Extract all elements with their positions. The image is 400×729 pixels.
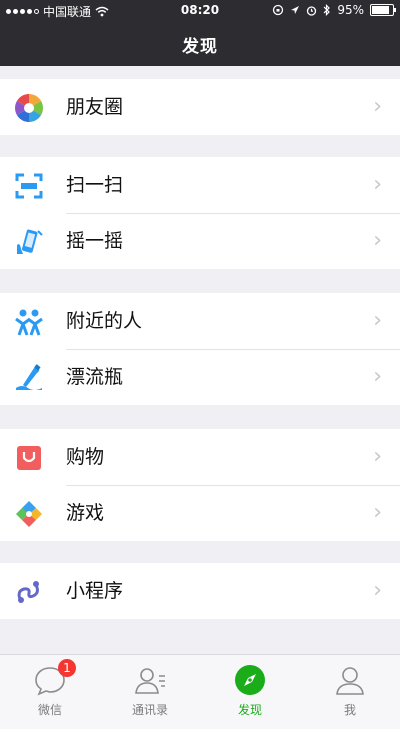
battery-percent: 95% <box>337 3 364 17</box>
menu-item-label: 漂流瓶 <box>66 366 124 388</box>
menu-item-mini-programs[interactable]: 小程序 › <box>0 563 400 619</box>
contacts-icon <box>135 668 165 694</box>
rotation-lock-icon <box>273 4 284 16</box>
menu-item-drift-bottle[interactable]: 漂流瓶 › <box>0 349 400 405</box>
menu-group-mini-programs: 小程序 › <box>0 563 400 619</box>
games-icon <box>16 501 42 527</box>
chevron-right-icon: › <box>373 500 382 525</box>
battery-fill <box>372 6 390 14</box>
menu-group-shop-games: 购物 › 游戏 › <box>0 429 400 541</box>
bluetooth-icon <box>323 4 331 16</box>
menu-item-games[interactable]: 游戏 › <box>0 485 400 541</box>
page-title: 发现 <box>182 36 218 57</box>
unread-badge: 1 <box>58 659 76 677</box>
shake-icon <box>17 229 43 254</box>
chevron-right-icon: › <box>373 228 382 253</box>
nav-bar: 发现 <box>0 22 400 66</box>
menu-group-moments: 朋友圈 › <box>0 79 400 135</box>
tab-me[interactable]: 我 <box>300 655 400 729</box>
tab-label: 通讯录 <box>131 703 168 717</box>
menu-item-scan[interactable]: 扫一扫 › <box>0 157 400 213</box>
menu-item-label: 朋友圈 <box>66 96 124 118</box>
menu-item-label: 购物 <box>66 446 105 468</box>
discover-icon <box>235 665 265 695</box>
chevron-right-icon: › <box>373 172 382 197</box>
tab-bar: 1 微信 通讯录 发现 我 <box>0 654 400 729</box>
menu-item-label: 小程序 <box>66 580 124 602</box>
chevron-right-icon: › <box>373 94 382 119</box>
shopping-icon <box>17 446 41 470</box>
chevron-right-icon: › <box>373 578 382 603</box>
menu-group-nearby: 附近的人 › 漂流瓶 › <box>0 293 400 405</box>
tab-contacts[interactable]: 通讯录 <box>100 655 200 729</box>
menu-item-label: 游戏 <box>66 502 105 524</box>
menu-item-moments[interactable]: 朋友圈 › <box>0 79 400 135</box>
menu-item-label: 摇一摇 <box>66 230 124 252</box>
status-bar: 中国联通 08:20 95% <box>0 0 400 22</box>
battery-icon <box>370 4 396 16</box>
menu-item-label: 附近的人 <box>66 310 143 332</box>
tab-label: 微信 <box>37 703 62 717</box>
menu-item-label: 扫一扫 <box>66 174 124 196</box>
alarm-icon <box>307 5 317 16</box>
chevron-right-icon: › <box>373 444 382 469</box>
me-icon <box>336 667 364 695</box>
chevron-right-icon: › <box>373 364 382 389</box>
chevron-right-icon: › <box>373 308 382 333</box>
scan-icon <box>15 173 43 199</box>
tab-chats[interactable]: 1 微信 <box>0 655 100 729</box>
location-icon <box>291 6 300 14</box>
menu-item-shopping[interactable]: 购物 › <box>0 429 400 485</box>
menu-group-scan-shake: 扫一扫 › 摇一摇 › <box>0 157 400 269</box>
tab-discover[interactable]: 发现 <box>200 655 300 729</box>
menu-item-people-nearby[interactable]: 附近的人 › <box>0 293 400 349</box>
moments-icon <box>15 94 43 122</box>
tab-label: 我 <box>343 703 356 717</box>
people-nearby-icon <box>15 309 43 336</box>
drift-bottle-icon <box>16 364 42 390</box>
tab-label: 发现 <box>237 703 262 717</box>
mini-programs-icon <box>17 581 39 603</box>
menu-item-shake[interactable]: 摇一摇 › <box>0 213 400 269</box>
